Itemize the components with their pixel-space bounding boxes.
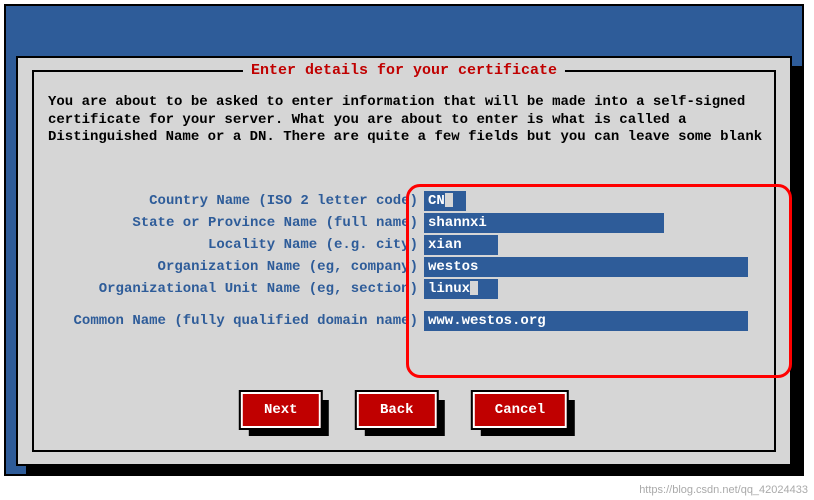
locality-input[interactable]: xian <box>424 235 498 255</box>
dialog-intro-text: You are about to be asked to enter infor… <box>48 94 766 147</box>
ou-label: Organizational Unit Name (eg, section) <box>42 281 424 297</box>
cn-label: Common Name (fully qualified domain name… <box>42 313 424 329</box>
dialog-title: Enter details for your certificate <box>243 62 565 79</box>
state-input[interactable]: shannxi <box>424 213 664 233</box>
field-row-cn: Common Name (fully qualified domain name… <box>42 310 766 332</box>
country-input[interactable]: CN <box>424 191 466 211</box>
field-row-state: State or Province Name (full name) shann… <box>42 212 766 234</box>
org-input[interactable]: westos <box>424 257 748 277</box>
watermark-text: https://blog.csdn.net/qq_42024433 <box>639 484 808 496</box>
cn-input[interactable]: www.westos.org <box>424 311 748 331</box>
country-label: Country Name (ISO 2 letter code) <box>42 193 424 209</box>
cancel-button[interactable]: Cancel <box>473 392 567 428</box>
field-row-ou: Organizational Unit Name (eg, section) l… <box>42 278 766 300</box>
form-fields: Country Name (ISO 2 letter code) CN Stat… <box>42 190 766 332</box>
certificate-dialog: Enter details for your certificate You a… <box>16 56 792 466</box>
locality-label: Locality Name (e.g. city) <box>42 237 424 253</box>
ou-input[interactable]: linux <box>424 279 498 299</box>
field-row-locality: Locality Name (e.g. city) xian <box>42 234 766 256</box>
back-button[interactable]: Back <box>357 392 437 428</box>
field-row-country: Country Name (ISO 2 letter code) CN <box>42 190 766 212</box>
next-button[interactable]: Next <box>241 392 321 428</box>
desktop-background: Enter details for your certificate You a… <box>4 4 804 476</box>
org-label: Organization Name (eg, company) <box>42 259 424 275</box>
state-label: State or Province Name (full name) <box>42 215 424 231</box>
field-row-org: Organization Name (eg, company) westos <box>42 256 766 278</box>
button-bar: Next Back Cancel <box>241 392 567 428</box>
